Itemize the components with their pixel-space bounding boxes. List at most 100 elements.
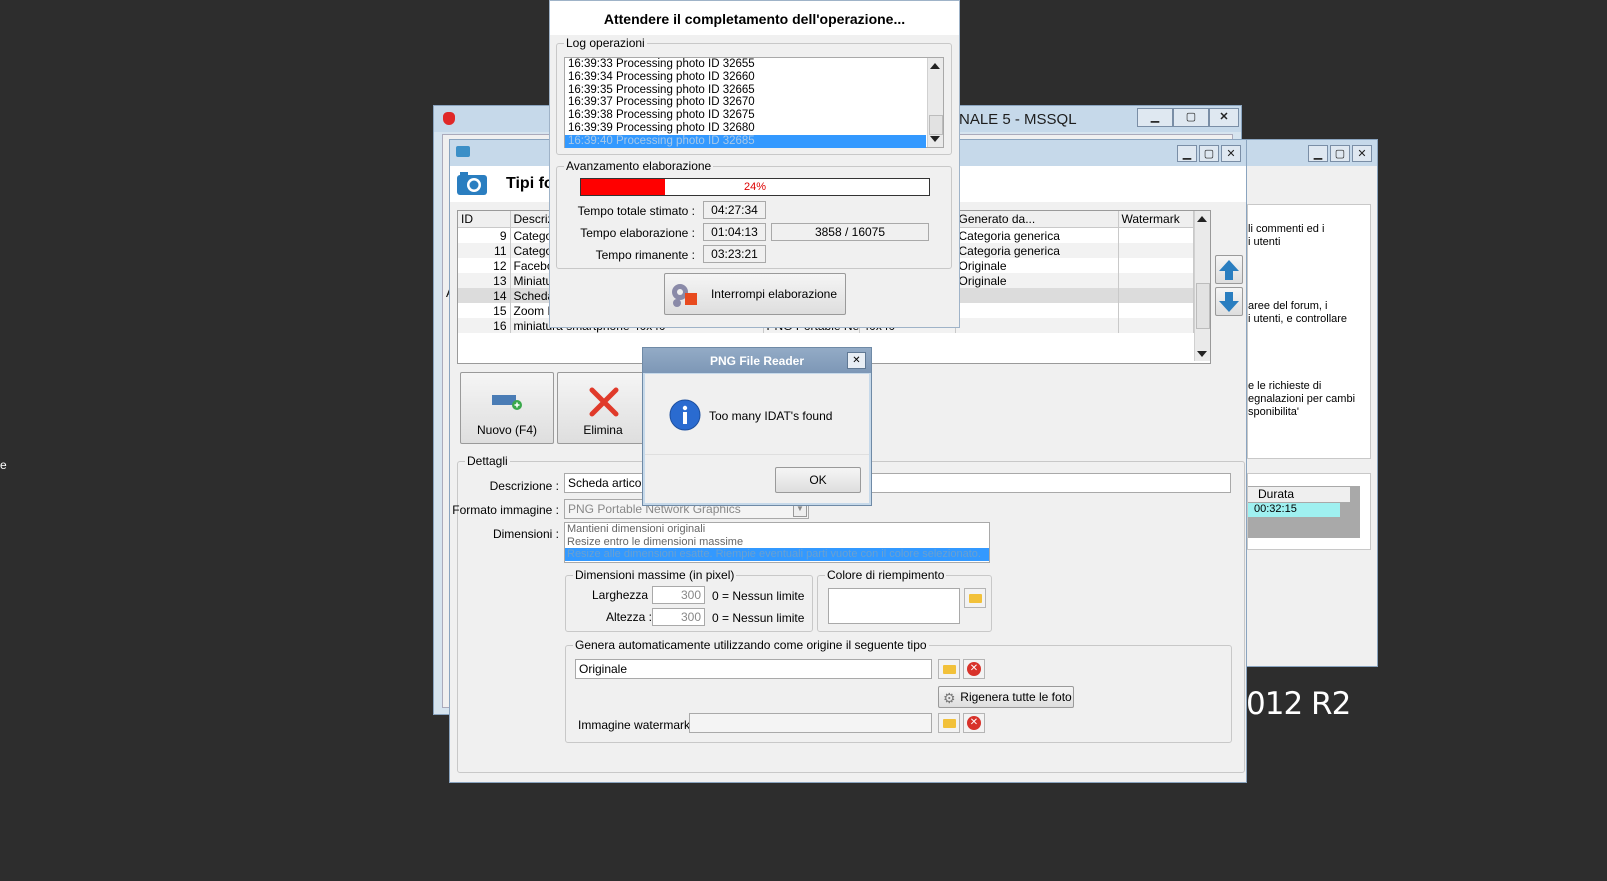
- right-info-panel: li commenti ed ii utenti aree del forum,…: [1247, 204, 1371, 459]
- log-scroll-up-arrow[interactable]: [930, 63, 940, 69]
- dimensioni-option[interactable]: Mantieni dimensioni originali: [565, 523, 989, 536]
- progress-bar: 24%: [580, 178, 930, 196]
- log-line: 16:39:33 Processing photo ID 32655: [568, 58, 755, 70]
- dimensioni-list[interactable]: Mantieni dimensioni originali Resize ent…: [564, 522, 990, 563]
- rigenera-label: Rigenera tutte le foto: [960, 690, 1072, 704]
- genera-browse-button[interactable]: [938, 659, 960, 679]
- left-edge-text: e: [0, 458, 7, 472]
- app-strawberry-icon: [443, 112, 455, 125]
- col-header-watermark[interactable]: Watermark: [1118, 211, 1194, 228]
- altezza-label: Altezza :: [606, 610, 653, 624]
- arrow-down-icon: [1219, 292, 1239, 312]
- interrompi-button[interactable]: Interrompi elaborazione: [664, 273, 846, 315]
- progress-window: Attendere il completamento dell'operazio…: [549, 0, 960, 328]
- row-wm: [1118, 243, 1194, 258]
- colore-picker-button[interactable]: [964, 588, 986, 608]
- camera-small-icon: [456, 146, 470, 157]
- row-gen: Originale: [955, 273, 1119, 288]
- grid-scrollbar[interactable]: [1194, 211, 1210, 361]
- row-gen: [955, 288, 1119, 303]
- log-line: 16:39:35 Processing photo ID 32665: [568, 83, 755, 96]
- row-id: 15: [458, 303, 511, 318]
- dettagli-label: Dettagli: [465, 454, 510, 468]
- folder-icon: [969, 594, 982, 603]
- row-wm: [1118, 318, 1194, 333]
- row-wm: [1118, 273, 1194, 288]
- larghezza-input[interactable]: 300: [652, 586, 705, 604]
- elimina-button[interactable]: Elimina: [557, 372, 649, 444]
- folder-icon: [943, 665, 956, 674]
- nuovo-button[interactable]: Nuovo (F4): [460, 372, 554, 444]
- ok-button[interactable]: OK: [775, 467, 861, 493]
- watermark-browse-button[interactable]: [938, 713, 960, 733]
- progress-title: Attendere il completamento dell'operazio…: [603, 11, 906, 27]
- tipi-close-button[interactable]: ✕: [1221, 145, 1241, 162]
- altezza-input[interactable]: 300: [652, 608, 705, 626]
- move-down-button[interactable]: [1215, 287, 1243, 316]
- tipi-minimize-button[interactable]: ▁: [1177, 145, 1197, 162]
- progress-body: Log operazioni 16:39:33 Processing photo…: [550, 35, 959, 327]
- dimensioni-label: Dimensioni :: [492, 527, 559, 541]
- scroll-up-arrow[interactable]: [1197, 216, 1207, 222]
- right-maximize-button[interactable]: ▢: [1330, 145, 1350, 162]
- right-window-body: li commenti ed ii utenti aree del forum,…: [1247, 166, 1377, 666]
- progress-percent: 24%: [743, 181, 767, 193]
- tempo-rim-value: 03:23:21: [703, 245, 766, 263]
- row-gen: Categoria generica: [955, 243, 1119, 258]
- minimize-button[interactable]: ▁: [1137, 108, 1173, 127]
- log-scroll-thumb[interactable]: [929, 115, 943, 135]
- durata-header: Durata: [1248, 487, 1350, 502]
- genera-input[interactable]: Originale: [575, 659, 932, 679]
- rigenera-button[interactable]: ⚙ Rigenera tutte le foto: [938, 686, 1074, 708]
- durata-value[interactable]: 00:32:15: [1248, 503, 1340, 517]
- col-header-generato[interactable]: Generato da...: [955, 211, 1119, 228]
- watermark-clear-button[interactable]: ✕: [963, 713, 985, 733]
- gear-icon: ⚙: [943, 690, 956, 706]
- scroll-down-arrow[interactable]: [1197, 351, 1207, 357]
- row-wm: [1118, 303, 1194, 318]
- scroll-thumb[interactable]: [1196, 283, 1210, 329]
- right-minimize-button[interactable]: ▁: [1308, 145, 1328, 162]
- maximize-button[interactable]: ▢: [1173, 108, 1209, 127]
- colore-group: Colore di riempimento: [817, 568, 992, 632]
- log-list[interactable]: 16:39:33 Processing photo ID 32655 16:39…: [564, 57, 944, 148]
- genera-clear-button[interactable]: ✕: [963, 659, 985, 679]
- tempo-elab-value: 01:04:13: [703, 223, 766, 241]
- tipi-maximize-button[interactable]: ▢: [1199, 145, 1219, 162]
- altezza-hint: 0 = Nessun limite: [712, 611, 805, 625]
- colore-swatch[interactable]: [828, 588, 960, 624]
- move-up-button[interactable]: [1215, 255, 1243, 284]
- close-button[interactable]: ✕: [1209, 108, 1239, 127]
- row-wm: [1118, 258, 1194, 273]
- progress-group-label: Avanzamento elaborazione: [564, 159, 714, 173]
- col-header-id[interactable]: ID: [458, 211, 511, 228]
- right-close-button[interactable]: ✕: [1352, 145, 1372, 162]
- add-item-icon: [492, 395, 522, 410]
- dimensioni-option[interactable]: Resize entro le dimensioni massime: [565, 536, 989, 549]
- log-scrollbar[interactable]: [927, 58, 943, 147]
- tempo-rim-label: Tempo rimanente :: [595, 248, 695, 262]
- formato-label: Formato immagine :: [452, 503, 559, 517]
- tempo-elab-label: Tempo elaborazione :: [580, 226, 695, 240]
- info-text-1: li commenti ed ii utenti: [1248, 223, 1325, 248]
- dimensioni-option-selected[interactable]: Resize alle dimensioni esatte. Riempie e…: [565, 548, 989, 561]
- delete-icon: [589, 387, 619, 417]
- info-text-2: aree del forum, ii utenti, e controllare: [1248, 300, 1348, 325]
- dim-max-group: Dimensioni massime (in pixel) Larghezza …: [565, 568, 813, 632]
- clear-icon: ✕: [967, 716, 981, 730]
- durata-panel: Durata 00:32:15: [1247, 473, 1371, 550]
- dialog-close-button[interactable]: ✕: [847, 352, 866, 369]
- genera-group: Genera automaticamente utilizzando come …: [565, 638, 1232, 743]
- photo-count: 3858 / 16075: [771, 223, 929, 241]
- descrizione-label: Descrizione :: [489, 479, 559, 493]
- larghezza-label: Larghezza :: [592, 588, 655, 602]
- durata-grid: Durata 00:32:15: [1248, 486, 1360, 538]
- log-scroll-down-arrow[interactable]: [930, 136, 940, 142]
- row-gen: [955, 303, 1119, 318]
- dim-max-label: Dimensioni massime (in pixel): [573, 568, 737, 582]
- row-id: 9: [458, 227, 511, 243]
- watermark-input[interactable]: [689, 713, 932, 733]
- right-window: ▁ ▢ ✕ li commenti ed ii utenti aree del …: [1246, 139, 1378, 667]
- interrompi-label: Interrompi elaborazione: [710, 287, 838, 301]
- row-gen: Categoria generica: [955, 227, 1119, 243]
